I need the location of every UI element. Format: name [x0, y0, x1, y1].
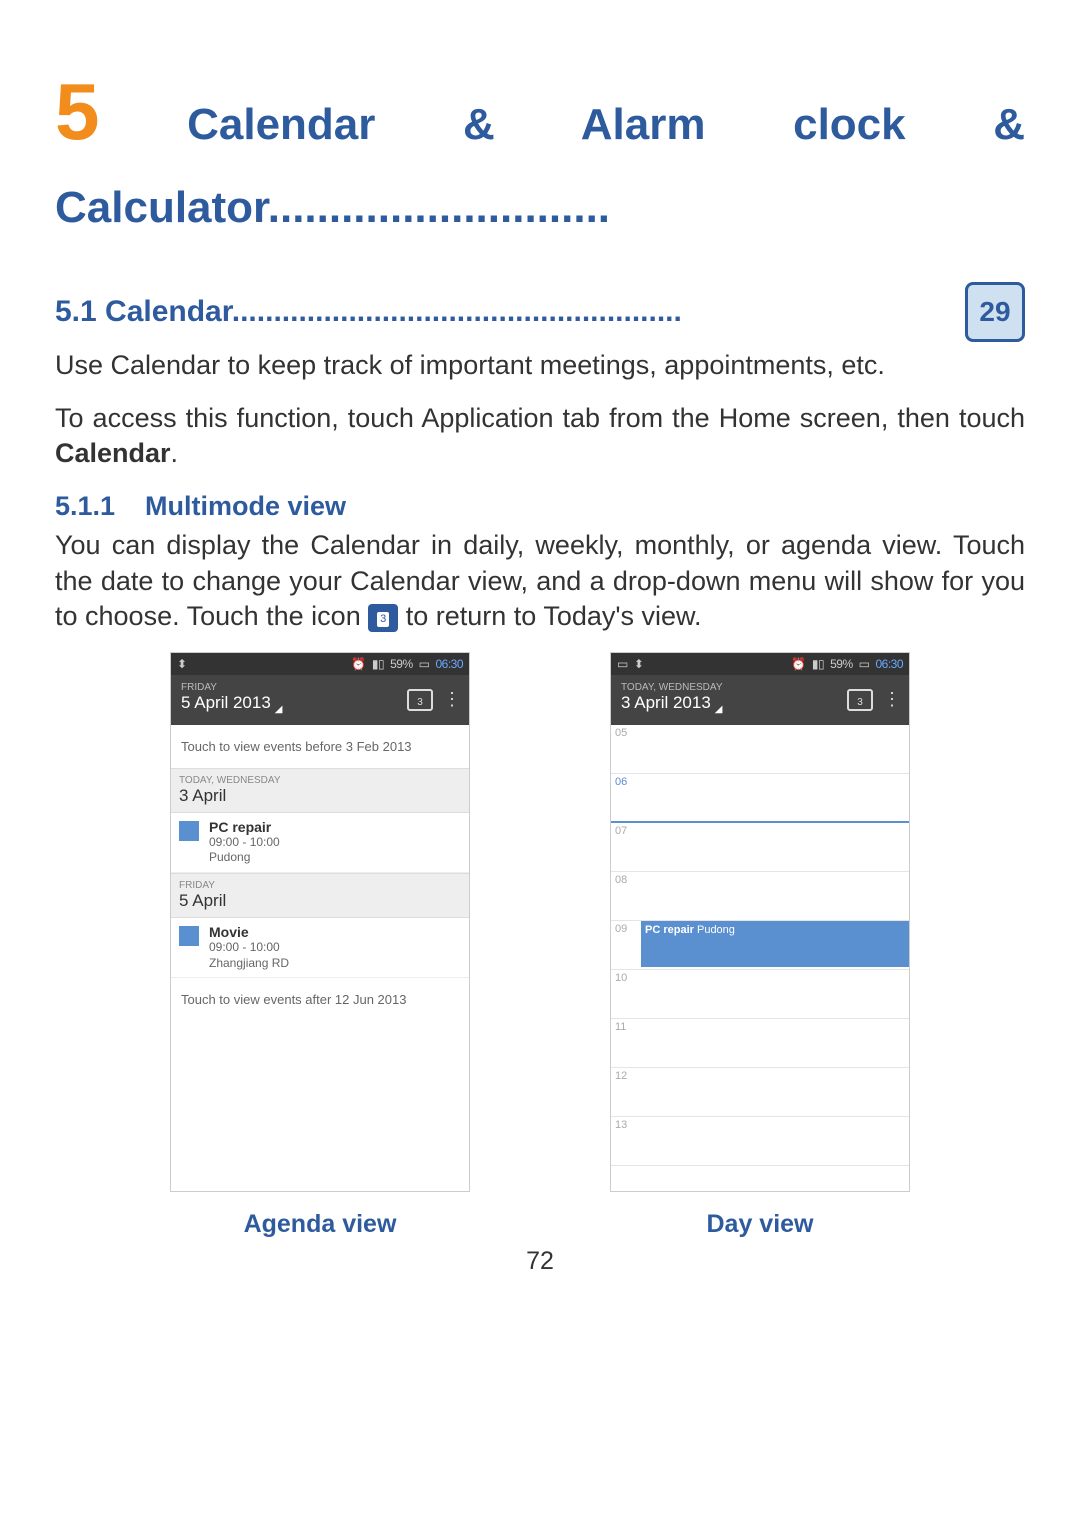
agenda-event[interactable]: Movie 09:00 - 10:00 Zhangjiang RD [171, 918, 469, 978]
caption-agenda: Agenda view [170, 1210, 470, 1239]
chapter-number: 5 [55, 67, 100, 156]
battery-pct: 59% [830, 657, 853, 671]
page-number: 72 [55, 1247, 1025, 1276]
load-earlier-hint[interactable]: Touch to view events before 3 Feb 2013 [171, 725, 469, 768]
hour-label: 12 [611, 1068, 641, 1116]
hour-label: 06 [611, 774, 641, 821]
caption-day: Day view [610, 1210, 910, 1239]
paragraph-intro: Use Calendar to keep track of important … [55, 348, 1025, 383]
battery-pct: 59% [390, 657, 413, 671]
today-button[interactable]: 3 [847, 689, 873, 711]
event-color-chip [179, 926, 199, 946]
hour-label: 08 [611, 872, 641, 920]
alarm-icon: ⏰ [351, 657, 365, 671]
hour-label: 10 [611, 970, 641, 1018]
signal-icon: ▮▯ [372, 657, 384, 671]
agenda-event[interactable]: PC repair 09:00 - 10:00 Pudong [171, 813, 469, 873]
agenda-day-header: FRIDAY 5 April [171, 873, 469, 918]
status-bar: ⬍ ⏰ ▮▯ 59% ▭ 06:30 [171, 653, 469, 675]
hour-label: 05 [611, 725, 641, 773]
usb-icon: ⬍ [634, 657, 644, 671]
today-button[interactable]: 3 [407, 689, 433, 711]
clock-time: 06:30 [875, 657, 903, 671]
day-event[interactable]: PC repair Pudong [641, 921, 909, 967]
paragraph-access: To access this function, touch Applicati… [55, 401, 1025, 471]
day-grid[interactable]: 05 06 07 08 09 PC repair Pudong 10 11 12… [611, 725, 909, 1170]
sd-icon: ▭ [617, 657, 628, 671]
hour-label: 11 [611, 1019, 641, 1067]
app-bar: FRIDAY 5 April 2013◢ 3 ⋮ [171, 675, 469, 725]
section-5-1-heading: 5.1 Calendar............................… [55, 295, 957, 329]
date-picker[interactable]: TODAY, WEDNESDAY 3 April 2013◢ [621, 683, 837, 716]
usb-icon: ⬍ [177, 657, 187, 671]
calendar-app-icon: 29 [965, 282, 1025, 342]
chapter-title: 5 Calendar & Alarm clock & Calculator...… [55, 50, 1025, 242]
signal-icon: ▮▯ [812, 657, 824, 671]
paragraph-multimode: You can display the Calendar in daily, w… [55, 528, 1025, 633]
hour-label: 09 [611, 921, 641, 969]
clock-time: 06:30 [435, 657, 463, 671]
screenshot-day: ▭ ⬍ ⏰ ▮▯ 59% ▭ 06:30 TODAY, WEDNESDAY 3 A… [610, 652, 910, 1192]
alarm-icon: ⏰ [791, 657, 805, 671]
event-color-chip [179, 821, 199, 841]
battery-icon: ▭ [419, 657, 430, 671]
app-bar: TODAY, WEDNESDAY 3 April 2013◢ 3 ⋮ [611, 675, 909, 725]
date-picker[interactable]: FRIDAY 5 April 2013◢ [181, 683, 397, 716]
overflow-menu-icon[interactable]: ⋮ [883, 689, 899, 710]
today-icon: 3 [368, 604, 398, 632]
load-later-hint[interactable]: Touch to view events after 12 Jun 2013 [171, 978, 469, 1021]
chapter-title-text: Calendar & Alarm clock & Calculator.....… [55, 100, 1025, 232]
hour-label: 07 [611, 823, 641, 871]
screenshot-agenda: ⬍ ⏰ ▮▯ 59% ▭ 06:30 FRIDAY 5 April 2013◢ … [170, 652, 470, 1192]
status-bar: ▭ ⬍ ⏰ ▮▯ 59% ▭ 06:30 [611, 653, 909, 675]
agenda-day-header: TODAY, WEDNESDAY 3 April [171, 768, 469, 813]
overflow-menu-icon[interactable]: ⋮ [443, 689, 459, 710]
hour-label: 13 [611, 1117, 641, 1165]
battery-icon: ▭ [859, 657, 870, 671]
section-5-1-1-heading: 5.1.1Multimode view [55, 491, 1025, 522]
